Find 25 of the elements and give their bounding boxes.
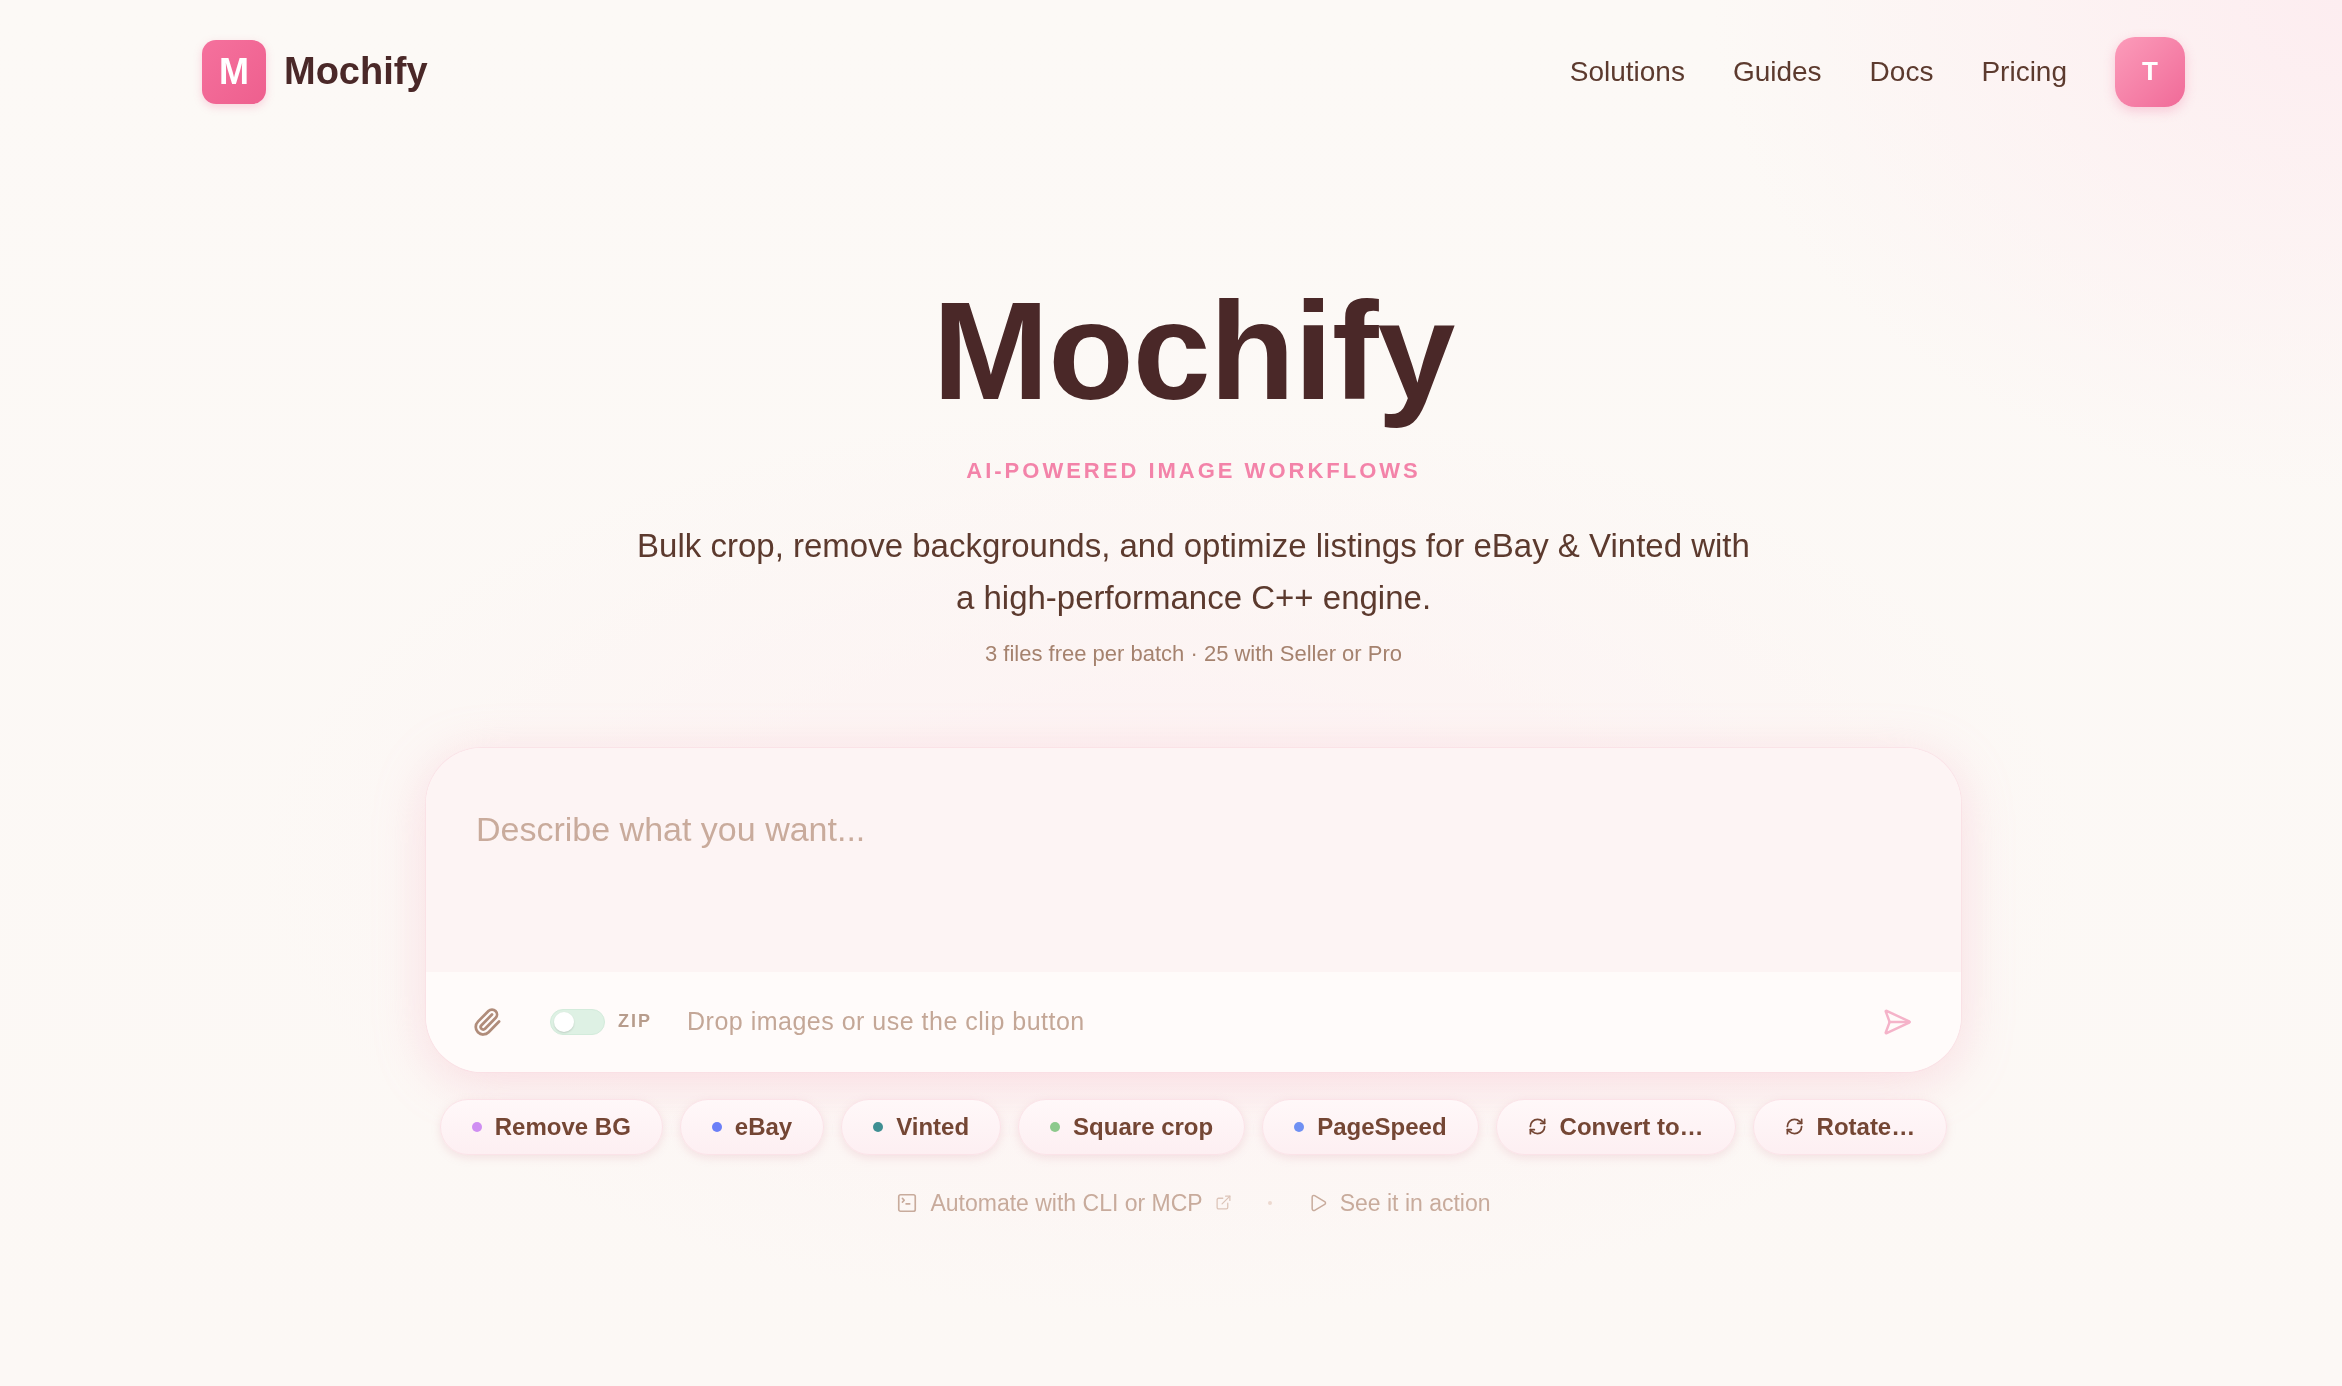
suggestion-chip[interactable]: eBay — [679, 1098, 825, 1155]
suggestion-chip[interactable]: Rotate… — [1752, 1098, 1948, 1155]
brand-name[interactable]: Mochify — [284, 50, 428, 93]
upload-hint: Drop images or use the clip button — [687, 1007, 1085, 1037]
prompt-field[interactable]: Describe what you want... — [426, 747, 1961, 972]
hero-title: Mochify — [932, 271, 1455, 431]
paperclip-icon[interactable] — [472, 1006, 502, 1037]
refresh-icon — [1527, 1117, 1547, 1137]
refresh-icon — [1784, 1117, 1804, 1137]
send-icon[interactable] — [1882, 1006, 1912, 1037]
suggestion-chip[interactable]: Convert to… — [1495, 1098, 1736, 1155]
toggle-label: ZIP — [618, 1011, 652, 1033]
suggestion-chip[interactable]: Square crop — [1018, 1098, 1246, 1155]
suggestion-chip[interactable]: Remove BG — [439, 1098, 663, 1155]
hero-description: Bulk crop, remove backgrounds, and optimize listings for eBay & Vinted with a high-performance C++ engine. — [636, 525, 1751, 618]
hero-tagline: AI-POWERED IMAGE WORKFLOWS — [966, 457, 1421, 484]
plan-note: 3 files free per batch · 25 with Seller or Pro — [985, 639, 1402, 668]
nav-link[interactable]: Docs — [1869, 55, 1934, 88]
zip-toggle[interactable] — [550, 1008, 605, 1035]
suggestion-chip[interactable]: PageSpeed — [1262, 1098, 1479, 1155]
nav-link[interactable]: Guides — [1732, 55, 1822, 88]
suggestion-chip[interactable]: Vinted — [841, 1098, 1002, 1155]
terminal-icon — [896, 1191, 919, 1214]
nav-link[interactable]: Solutions — [1569, 55, 1685, 88]
nav-link[interactable]: Pricing — [1981, 55, 2067, 88]
